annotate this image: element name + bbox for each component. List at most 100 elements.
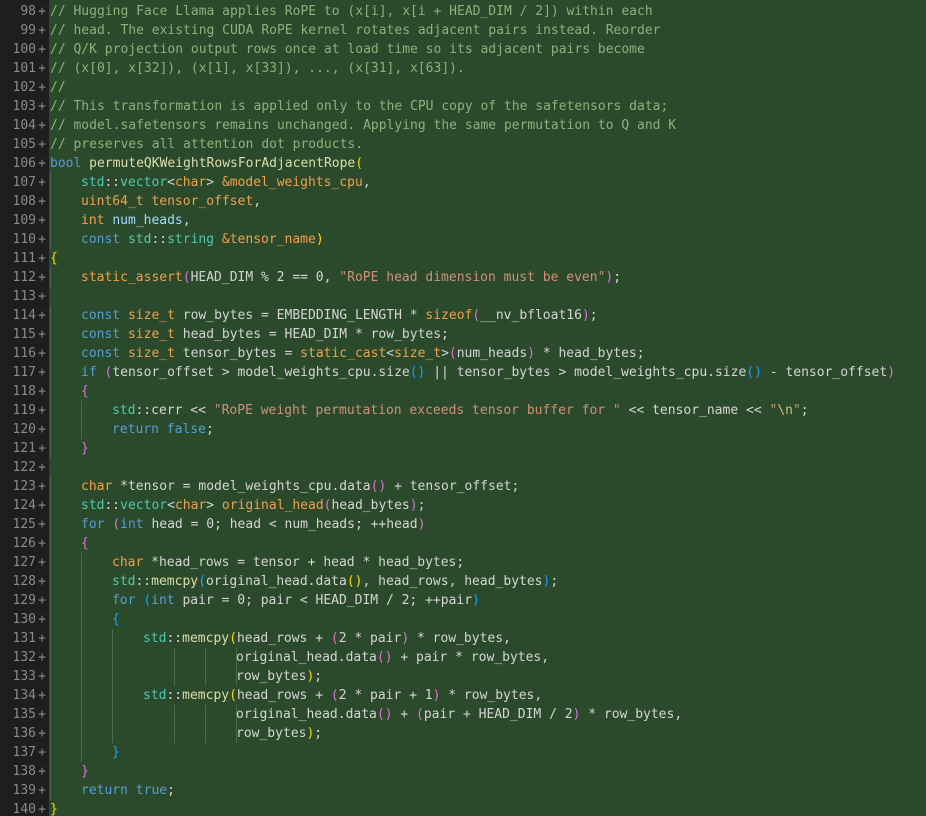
code-text[interactable]: return false; [112, 420, 214, 439]
code-text[interactable]: const size_t head_bytes = HEAD_DIM * row… [81, 325, 449, 344]
code-line[interactable]: 107 + std::vector<char> &model_weights_cpu… [0, 173, 926, 192]
indent-guide [81, 420, 82, 439]
code-line[interactable]: 124 + std::vector<char> original_head(head… [0, 496, 926, 515]
code-text[interactable]: char *head_rows = tensor + head * head_b… [112, 553, 464, 572]
code-line[interactable]: 137 +} [0, 743, 926, 762]
code-text[interactable]: original_head.data() + (pair + HEAD_DIM … [236, 705, 682, 724]
code-text[interactable]: { [81, 534, 89, 553]
code-line[interactable]: 101 + // (x[0], x[32]), (x[1], x[33]), ...… [0, 59, 926, 78]
code-line[interactable]: 122 + [0, 458, 926, 477]
code-text[interactable]: row_bytes); [236, 724, 322, 743]
code-text[interactable]: } [81, 762, 89, 781]
code-text[interactable]: char *tensor = model_weights_cpu.data() … [81, 477, 519, 496]
code-line[interactable]: 123 + char *tensor = model_weights_cpu.dat… [0, 477, 926, 496]
code-token: false [166, 422, 206, 437]
code-text[interactable]: row_bytes); [236, 667, 322, 686]
code-line[interactable]: 112 + static_assert(HEAD_DIM % 2 == 0, "Ro… [0, 268, 926, 287]
code-line[interactable]: 104 + // model.safetensors remains unchang… [0, 116, 926, 135]
diff-added-marker: + [38, 479, 46, 494]
code-text[interactable]: // model.safetensors remains unchanged. … [50, 116, 676, 135]
code-line[interactable]: 108 + uint64_t tensor_offset, [0, 192, 926, 211]
indent-guide [174, 648, 175, 667]
code-line[interactable]: 131 + std::memcpy(head_rows + (2 * pair) *… [0, 629, 926, 648]
line-number: 111 [12, 251, 36, 266]
line-number: 99 [20, 23, 36, 38]
code-text[interactable]: // preserves all attention dot products. [50, 135, 363, 154]
code-text[interactable]: { [81, 382, 89, 401]
code-text[interactable]: std::memcpy(head_rows + (2 * pair + 1) *… [143, 686, 542, 705]
code-line[interactable]: 136 + row_bytes); [0, 724, 926, 743]
code-line[interactable]: 103 + // This transformation is applied on… [0, 97, 926, 116]
code-line[interactable]: 140 +} [0, 800, 926, 816]
code-line[interactable]: 102 + // [0, 78, 926, 97]
code-line[interactable]: 99 + // head. The existing CUDA RoPE kerne… [0, 21, 926, 40]
code-text[interactable]: if (tensor_offset > model_weights_cpu.si… [81, 363, 895, 382]
code-text[interactable]: for (int pair = 0; pair < HEAD_DIM / 2; … [112, 591, 480, 610]
code-line[interactable]: 126 + { [0, 534, 926, 553]
code-line[interactable]: 135 + original_head.data() + (pair + HEAD_… [0, 705, 926, 724]
code-token: ) [581, 308, 590, 323]
code-text[interactable]: original_head.data() + pair * row_bytes, [236, 648, 549, 667]
code-text[interactable]: static_assert(HEAD_DIM % 2 == 0, "RoPE h… [81, 268, 621, 287]
code-text[interactable]: { [112, 610, 120, 629]
code-text[interactable]: // Q/K projection output rows once at lo… [50, 40, 645, 59]
code-line[interactable]: 116 + const size_t tensor_bytes = static_c… [0, 344, 926, 363]
code-editor[interactable]: 98 + // Hugging Face Llama applies RoPE to… [0, 0, 926, 816]
code-line[interactable]: 110 + const std::string &tensor_name) [0, 230, 926, 249]
code-line[interactable]: 132 + original_head.data() + pair * row_by… [0, 648, 926, 667]
code-text[interactable]: std::cerr << "RoPE weight permutation ex… [112, 401, 809, 420]
code-text[interactable]: std::vector<char> original_head(head_byt… [81, 496, 425, 515]
code-token: > [441, 346, 449, 361]
code-text[interactable]: for (int head = 0; head < num_heads; ++h… [81, 515, 425, 534]
diff-added-marker: + [38, 4, 46, 19]
code-line[interactable]: 121 +} [0, 439, 926, 458]
code-text[interactable]: std::vector<char> &model_weights_cpu, [81, 173, 371, 192]
diff-added-marker: + [38, 441, 46, 456]
line-number: 137 [12, 745, 36, 760]
code-line[interactable]: 125 + for (int head = 0; head < num_heads;… [0, 515, 926, 534]
code-text[interactable]: // head. The existing CUDA RoPE kernel r… [50, 21, 660, 40]
code-line[interactable]: 111 + { [0, 249, 926, 268]
code-line[interactable]: 100 + // Q/K projection output rows once a… [0, 40, 926, 59]
code-line[interactable]: 134 + std::memcpy(head_rows + (2 * pair + … [0, 686, 926, 705]
code-text[interactable]: } [50, 800, 58, 816]
code-text[interactable]: { [50, 249, 58, 268]
code-text[interactable]: const size_t tensor_bytes = static_cast<… [81, 344, 645, 363]
code-line[interactable]: 117 + if (tensor_offset > model_weights_cp… [0, 363, 926, 382]
code-line[interactable]: 138 +} [0, 762, 926, 781]
diff-added-marker: + [38, 593, 46, 608]
code-text[interactable]: // Hugging Face Llama applies RoPE to (x… [50, 2, 653, 21]
code-text[interactable]: } [112, 743, 120, 762]
code-text[interactable]: return true; [81, 781, 175, 800]
code-line[interactable]: 113 + [0, 287, 926, 306]
code-text[interactable]: int num_heads, [81, 211, 191, 230]
line-number: 124 [12, 498, 36, 513]
code-line[interactable]: 129 + for (int pair = 0; pair < HEAD_DIM /… [0, 591, 926, 610]
code-token: ( [448, 346, 457, 361]
code-text[interactable]: // (x[0], x[32]), (x[1], x[33]), ..., (x… [50, 59, 465, 78]
code-line[interactable]: 128 + std::memcpy(original_head.data(), he… [0, 572, 926, 591]
code-line[interactable]: 130 + { [0, 610, 926, 629]
code-line[interactable]: 106 + bool permuteQKWeightRowsForAdjacentR… [0, 154, 926, 173]
code-line[interactable]: 127 + char *head_rows = tensor + head * he… [0, 553, 926, 572]
code-text[interactable]: std::memcpy(head_rows + (2 * pair) * row… [143, 629, 511, 648]
code-line[interactable]: 139 + return true; [0, 781, 926, 800]
code-text[interactable]: uint64_t tensor_offset, [81, 192, 261, 211]
code-line[interactable]: 133 + row_bytes); [0, 667, 926, 686]
code-text[interactable]: const std::string &tensor_name) [81, 230, 324, 249]
code-line[interactable]: 115 + const size_t head_bytes = HEAD_DIM *… [0, 325, 926, 344]
code-line[interactable]: 105 + // preserves all attention dot produ… [0, 135, 926, 154]
code-line[interactable]: 119 + std::cerr << "RoPE weight permutatio… [0, 401, 926, 420]
code-text[interactable]: // [50, 78, 66, 97]
code-line[interactable]: 98 + // Hugging Face Llama applies RoPE to… [0, 2, 926, 21]
code-text[interactable]: bool permuteQKWeightRowsForAdjacentRope( [50, 154, 363, 173]
code-line[interactable]: 120 + return false; [0, 420, 926, 439]
code-line[interactable]: 114 + const size_t row_bytes = EMBEDDING_L… [0, 306, 926, 325]
code-text[interactable]: // This transformation is applied only t… [50, 97, 668, 116]
code-line[interactable]: 118 + { [0, 382, 926, 401]
code-text[interactable]: const size_t row_bytes = EMBEDDING_LENGT… [81, 306, 598, 325]
code-text[interactable]: std::memcpy(original_head.data(), head_r… [112, 572, 558, 591]
code-text[interactable]: } [81, 439, 89, 458]
code-line[interactable]: 109 + int num_heads, [0, 211, 926, 230]
